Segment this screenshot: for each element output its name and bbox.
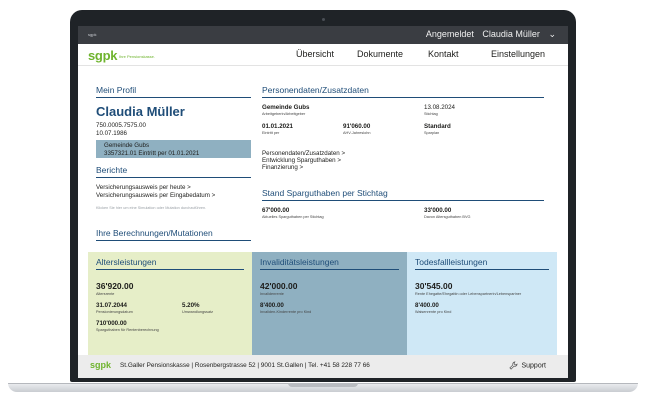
main-header: sgpk Ihre Pensionskasse. Übersicht Dokum… xyxy=(78,44,568,66)
ahv-number: 750.0005.7575.00 xyxy=(96,122,146,129)
personal-rule xyxy=(262,97,544,98)
retirement-panel: Altersleistungen 36'920.00 Altersrente 3… xyxy=(88,252,252,355)
retirement-date-value: 31.07.2044 xyxy=(96,302,127,309)
orphan-pension-value: 8'400.00 xyxy=(415,302,439,309)
entry-date-value: 01.01.2021 xyxy=(262,123,293,130)
laptop-mockup: sgpk Angemeldet Claudia Müller ⌄ sgpk Ih… xyxy=(0,0,646,401)
partner-pension-value: 30'545.00 xyxy=(415,281,453,291)
employer-box: Gemeinde Gubs 3357321.01 Eintritt per 01… xyxy=(96,140,251,158)
disability-title: Invaliditätsleistungen xyxy=(260,257,339,267)
savings-current-value: 67'000.00 xyxy=(262,207,290,214)
entry-date-label: Eintritt per xyxy=(262,131,280,135)
calculations-heading: Ihre Berechnungen/Mutationen xyxy=(96,228,213,238)
disability-pension-label: Invalidenrente xyxy=(260,292,284,296)
retirement-pension-value: 36'920.00 xyxy=(96,281,134,291)
simulation-hint[interactable]: Klicken Sie hier um eine Simulation oder… xyxy=(96,206,206,210)
disability-child-value: 8'400.00 xyxy=(260,302,284,309)
salary-label: AHV-Jahreslohn xyxy=(343,131,371,135)
footer-address: St.Galler Pensionskasse | Rosenbergstras… xyxy=(120,362,370,369)
employer-value: Gemeinde Gubs xyxy=(262,104,310,111)
retirement-capital-value: 710'000.00 xyxy=(96,320,127,327)
reports-heading: Berichte xyxy=(96,165,128,175)
link-financing[interactable]: Finanzierung > xyxy=(262,164,303,171)
profile-heading: Mein Profil xyxy=(96,85,137,95)
disability-rule xyxy=(260,269,399,270)
login-status: Angemeldet xyxy=(425,29,474,39)
support-button[interactable]: Support xyxy=(509,361,546,370)
user-menu[interactable]: Angemeldet Claudia Müller ⌄ xyxy=(420,29,556,40)
footer-logo[interactable]: sgpk xyxy=(90,360,111,370)
salary-value: 91'060.00 xyxy=(343,123,371,130)
retirement-date-label: Pensionierungsdatum xyxy=(96,310,133,314)
savings-rule xyxy=(262,200,544,201)
retirement-rule xyxy=(96,269,244,270)
reference-date-value: 13.08.2024 xyxy=(424,104,455,111)
savings-bvg-label: Davon Altersguthaben BVG xyxy=(424,215,471,219)
support-label: Support xyxy=(521,362,546,370)
retirement-pension-label: Altersrente xyxy=(96,292,115,296)
death-rule xyxy=(415,269,549,270)
retirement-title: Altersleistungen xyxy=(96,257,157,267)
profile-rule xyxy=(96,97,251,98)
employer-label: Arbeitgeberin/Arbeitgeber xyxy=(262,112,306,116)
nav-settings[interactable]: Einstellungen xyxy=(491,49,545,59)
reference-date-label: Stichtag xyxy=(424,112,438,116)
conversion-rate-label: Umwandlungssatz xyxy=(182,310,214,314)
personal-heading: Personendaten/Zusatzdaten xyxy=(262,85,369,95)
report-link-date[interactable]: Versicherungsausweis per Eingabedatum > xyxy=(96,192,215,199)
app-screen: sgpk Angemeldet Claudia Müller ⌄ sgpk Ih… xyxy=(78,26,568,378)
link-savings-development[interactable]: Entwicklung Sparguthaben > xyxy=(262,157,341,164)
orphan-pension-label: Waisenrente pro Kind xyxy=(415,310,452,314)
laptop-notch xyxy=(288,383,358,387)
wrench-icon xyxy=(509,361,518,370)
retirement-capital-label: Sparguthaben für Rentenberechnung xyxy=(96,328,159,332)
sgpk-logo[interactable]: sgpk xyxy=(88,48,117,63)
savings-current-label: Aktuelles Sparguthaben per Stichtag xyxy=(262,215,324,219)
nav-contact[interactable]: Kontakt xyxy=(428,49,459,59)
reports-rule xyxy=(96,177,251,178)
profile-name: Claudia Müller xyxy=(96,104,185,119)
topbar-brand: sgpk xyxy=(88,32,97,37)
report-link-today[interactable]: Versicherungsausweis per heute > xyxy=(96,184,191,191)
disability-child-label: Invaliden-Kinderrente pro Kind xyxy=(260,310,312,314)
nav-overview[interactable]: Übersicht xyxy=(296,49,334,59)
savings-bvg-value: 33'000.00 xyxy=(424,207,452,214)
partner-pension-label: Rente Ehegatte/Ehegattin oder Lebenspart… xyxy=(415,292,522,296)
death-title: Todesfallleistungen xyxy=(415,257,488,267)
disability-pension-value: 42'000.00 xyxy=(260,281,298,291)
plan-label: Sparplan xyxy=(424,131,440,135)
logo-tagline: Ihre Pensionskasse. xyxy=(119,54,156,59)
conversion-rate-value: 5.20% xyxy=(182,302,200,309)
plan-value: Standard xyxy=(424,123,451,130)
nav-documents[interactable]: Dokumente xyxy=(357,49,403,59)
footer: sgpk St.Galler Pensionskasse | Rosenberg… xyxy=(78,355,568,378)
death-panel: Todesfallleistungen 30'545.00 Rente Eheg… xyxy=(407,252,557,355)
savings-heading: Stand Sparguthaben per Stichtag xyxy=(262,188,388,198)
disability-panel: Invaliditätsleistungen 42'000.00 Invalid… xyxy=(252,252,407,355)
calculations-rule xyxy=(96,240,251,241)
employer-name: Gemeinde Gubs xyxy=(104,142,150,149)
employer-detail: 3357321.01 Eintritt per 01.01.2021 xyxy=(104,149,200,157)
birth-date: 10.07.1986 xyxy=(96,130,127,137)
chevron-down-icon[interactable]: ⌄ xyxy=(548,29,556,39)
link-personal-data[interactable]: Personendaten/Zusatzdaten > xyxy=(262,150,345,157)
user-name: Claudia Müller xyxy=(482,29,540,39)
top-bar: sgpk Angemeldet Claudia Müller ⌄ xyxy=(78,26,568,44)
camera-dot xyxy=(322,18,325,21)
